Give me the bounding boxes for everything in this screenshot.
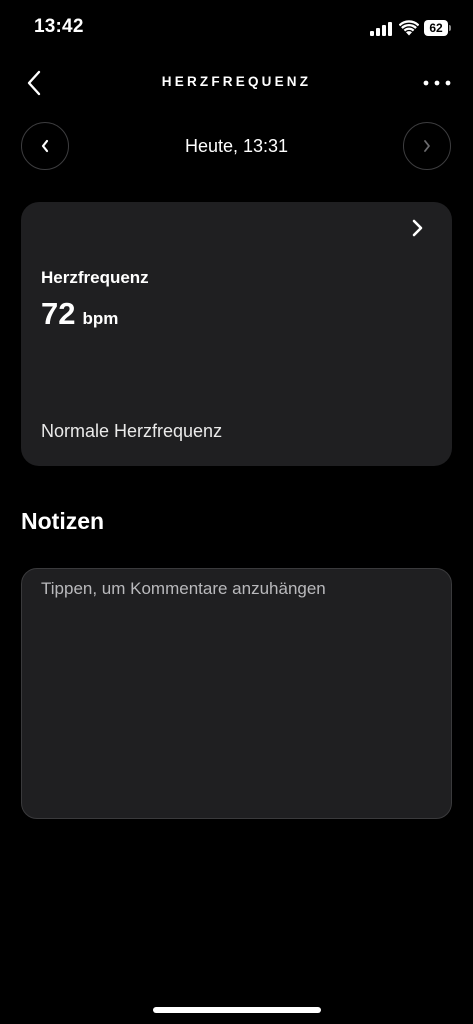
battery-indicator: 62 bbox=[424, 20, 452, 36]
notes-heading: Notizen bbox=[21, 508, 105, 534]
notes-input[interactable] bbox=[21, 568, 452, 819]
heart-rate-classification: Normale Herzfrequenz bbox=[41, 421, 223, 441]
chevron-right-icon bbox=[412, 219, 423, 237]
heart-rate-label: Herzfrequenz bbox=[41, 268, 149, 287]
battery-cap bbox=[449, 25, 451, 31]
heart-rate-classification-row[interactable]: Normale Herzfrequenz bbox=[21, 408, 452, 458]
cellular-signal-icon bbox=[370, 22, 392, 36]
heart-rate-number: 72 bbox=[41, 296, 76, 331]
heart-rate-card: Herzfrequenz 72 bpm Normale Herzfrequenz bbox=[21, 202, 452, 466]
battery-level: 62 bbox=[424, 20, 448, 36]
wifi-icon bbox=[399, 20, 419, 36]
next-date-button[interactable] bbox=[403, 122, 451, 170]
more-options-button[interactable] bbox=[423, 80, 451, 86]
heart-rate-unit: bpm bbox=[82, 309, 119, 328]
chevron-right-icon bbox=[424, 140, 430, 152]
home-indicator[interactable] bbox=[153, 1007, 321, 1013]
page-title: HERZFREQUENZ bbox=[161, 74, 312, 89]
heart-rate-value: 72 bpm bbox=[41, 296, 118, 332]
status-time: 13:42 bbox=[34, 16, 84, 37]
